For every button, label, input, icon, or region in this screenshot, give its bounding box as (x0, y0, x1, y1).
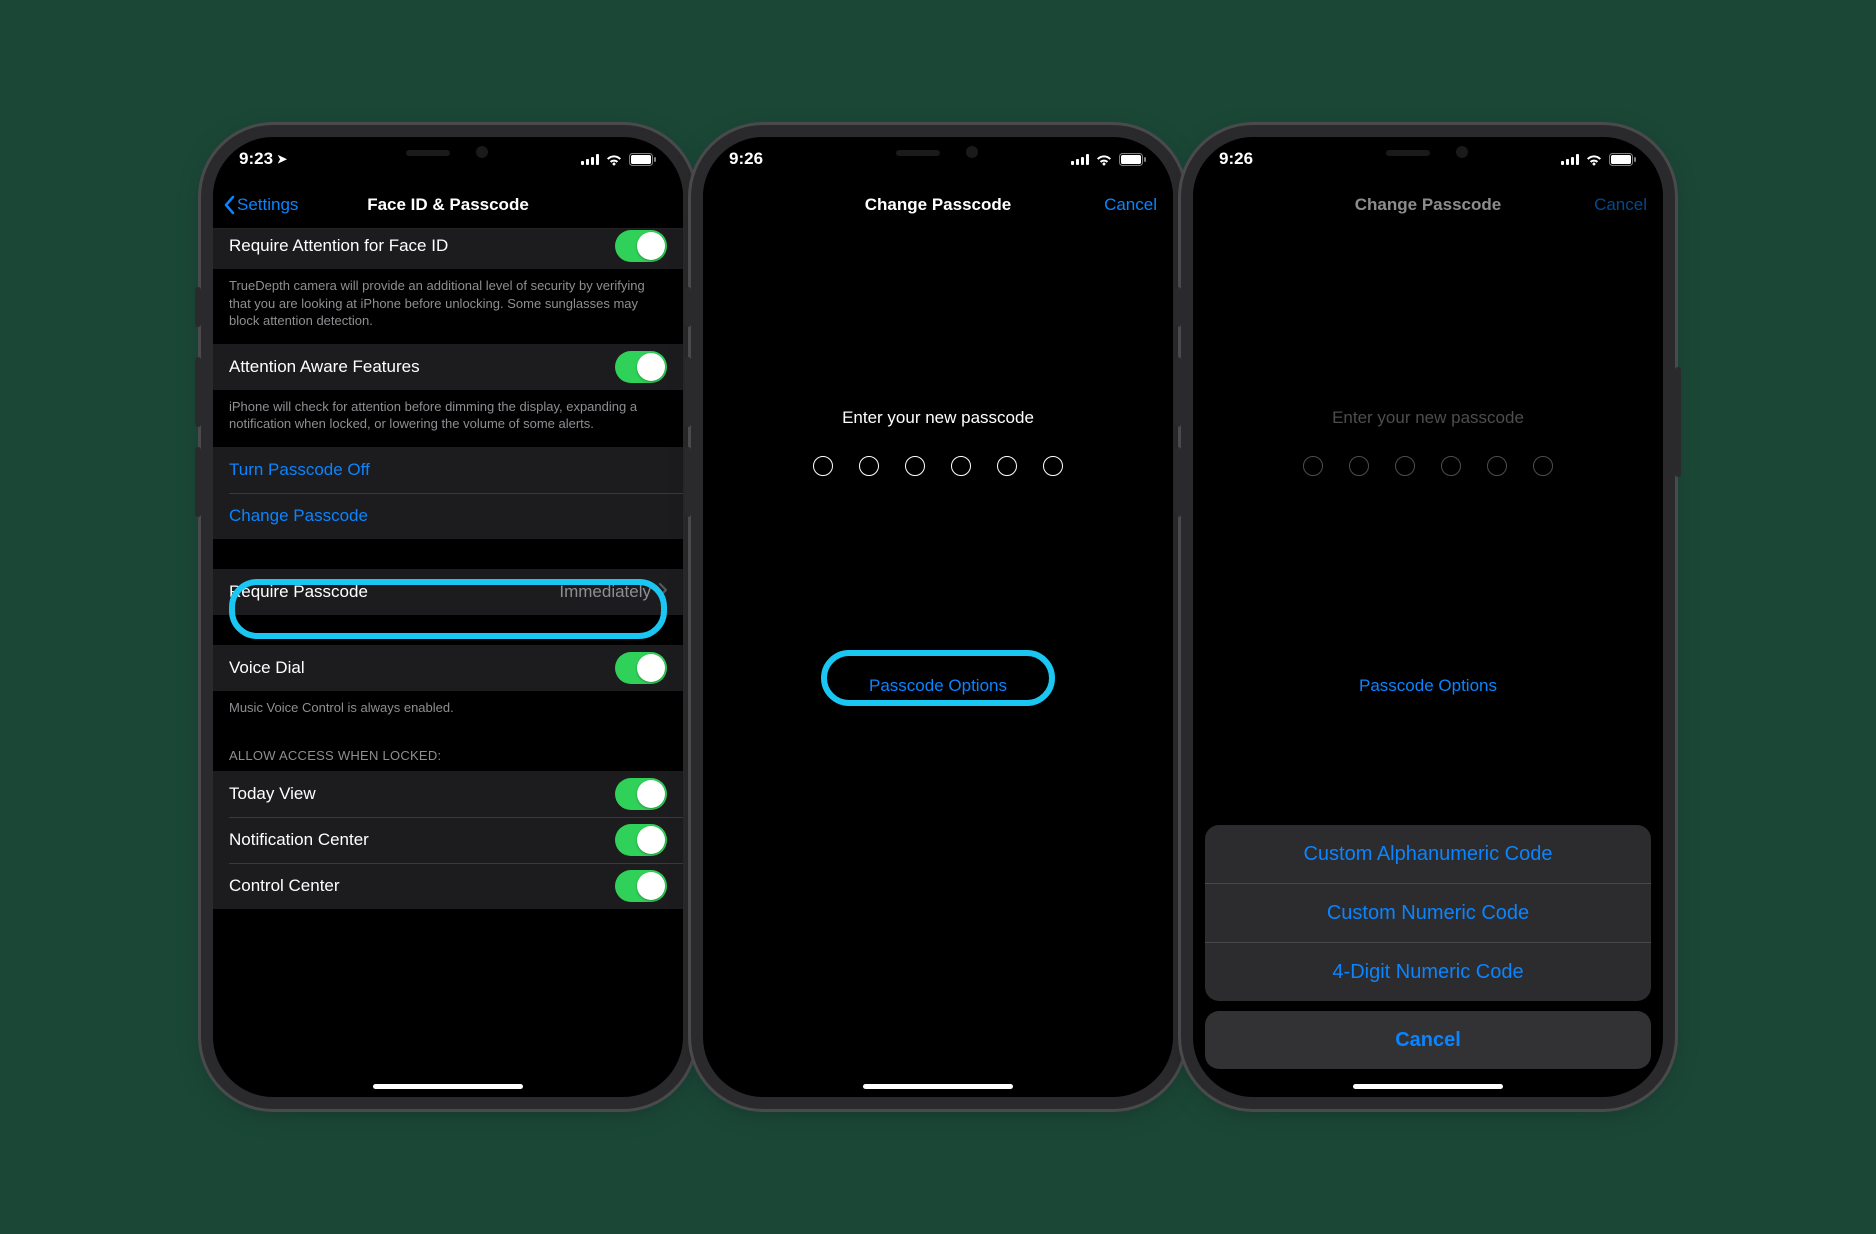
row-label: Require Attention for Face ID (229, 236, 615, 256)
phone-3-passcode-options-sheet: 9:26 Change Passcode Cancel Enter your n… (1193, 137, 1663, 1097)
row-label: Attention Aware Features (229, 357, 615, 377)
nav-bar: Change Passcode Cancel (703, 181, 1173, 228)
battery-icon (1609, 153, 1637, 166)
cell-signal-icon (581, 153, 599, 165)
passcode-options-button[interactable]: Passcode Options (869, 676, 1007, 696)
row-label: Voice Dial (229, 658, 615, 678)
battery-icon (1119, 153, 1147, 166)
notch (838, 137, 1038, 169)
row-attention-aware[interactable]: Attention Aware Features (213, 344, 683, 390)
passcode-entry: Enter your new passcode Passcode Options (703, 228, 1173, 1097)
home-indicator[interactable] (863, 1084, 1013, 1089)
passcode-dot (813, 456, 833, 476)
phone-1-settings: 9:23 ➤ Settings Face ID & Passcode Requir… (213, 137, 683, 1097)
toggle-on[interactable] (615, 230, 667, 262)
row-label: Change Passcode (229, 506, 667, 526)
row-require-passcode[interactable]: Require Passcode Immediately (213, 569, 683, 615)
row-footer: TrueDepth camera will provide an additio… (213, 269, 683, 344)
wifi-icon (1585, 153, 1603, 166)
row-footer: iPhone will check for attention before d… (213, 390, 683, 447)
page-title: Change Passcode (1355, 195, 1501, 215)
chevron-right-icon (659, 582, 667, 602)
passcode-dot (1043, 456, 1063, 476)
row-label: Control Center (229, 876, 615, 896)
row-footer: Music Voice Control is always enabled. (213, 691, 683, 731)
cell-signal-icon (1071, 153, 1089, 165)
passcode-dots (813, 456, 1063, 476)
location-icon: ➤ (277, 152, 287, 166)
row-label: Require Passcode (229, 582, 559, 602)
battery-icon (629, 153, 657, 166)
passcode-dot (905, 456, 925, 476)
row-label: Notification Center (229, 830, 615, 850)
row-control-center[interactable]: Control Center (213, 863, 683, 909)
passcode-dot (859, 456, 879, 476)
row-voice-dial[interactable]: Voice Dial (213, 645, 683, 691)
row-label: Turn Passcode Off (229, 460, 667, 480)
toggle-on[interactable] (615, 652, 667, 684)
toggle-on[interactable] (615, 824, 667, 856)
page-title: Change Passcode (865, 195, 1011, 215)
passcode-dot (951, 456, 971, 476)
row-today-view[interactable]: Today View (213, 771, 683, 817)
toggle-on[interactable] (615, 778, 667, 810)
status-time: 9:26 (729, 149, 763, 169)
row-label: Today View (229, 784, 615, 804)
phone-2-enter-passcode: 9:26 Change Passcode Cancel Enter your n… (703, 137, 1173, 1097)
home-indicator[interactable] (1353, 1084, 1503, 1089)
notch (348, 137, 548, 169)
toggle-on[interactable] (615, 351, 667, 383)
nav-bar: Change Passcode Cancel (1193, 181, 1663, 228)
sheet-option-4digit[interactable]: 4-Digit Numeric Code (1205, 942, 1651, 1001)
section-header: ALLOW ACCESS WHEN LOCKED: (213, 730, 683, 771)
home-indicator[interactable] (373, 1084, 523, 1089)
cancel-button[interactable]: Cancel (1104, 195, 1157, 215)
row-require-attention[interactable]: Require Attention for Face ID (213, 228, 683, 269)
status-time: 9:26 (1219, 149, 1253, 169)
back-button[interactable]: Settings (223, 195, 298, 215)
toggle-on[interactable] (615, 870, 667, 902)
sheet-option-numeric[interactable]: Custom Numeric Code (1205, 883, 1651, 942)
wifi-icon (605, 153, 623, 166)
action-sheet: Custom Alphanumeric Code Custom Numeric … (1205, 825, 1651, 1069)
row-turn-passcode-off[interactable]: Turn Passcode Off (213, 447, 683, 493)
cell-signal-icon (1561, 153, 1579, 165)
notch (1328, 137, 1528, 169)
chevron-left-icon (223, 195, 235, 215)
wifi-icon (1095, 153, 1113, 166)
sheet-cancel-button[interactable]: Cancel (1205, 1011, 1651, 1069)
page-title: Face ID & Passcode (367, 195, 529, 215)
nav-bar: Settings Face ID & Passcode (213, 181, 683, 229)
passcode-options-button[interactable]: Passcode Options (1359, 676, 1497, 696)
row-value: Immediately (559, 582, 651, 602)
passcode-dot (997, 456, 1017, 476)
back-label: Settings (237, 195, 298, 215)
cancel-button[interactable]: Cancel (1594, 195, 1647, 215)
row-change-passcode[interactable]: Change Passcode (213, 493, 683, 539)
passcode-prompt: Enter your new passcode (842, 408, 1034, 428)
sheet-option-alphanumeric[interactable]: Custom Alphanumeric Code (1205, 825, 1651, 883)
row-notification-center[interactable]: Notification Center (213, 817, 683, 863)
status-time: 9:23 (239, 149, 273, 169)
settings-list[interactable]: Require Attention for Face ID TrueDepth … (213, 228, 683, 1097)
